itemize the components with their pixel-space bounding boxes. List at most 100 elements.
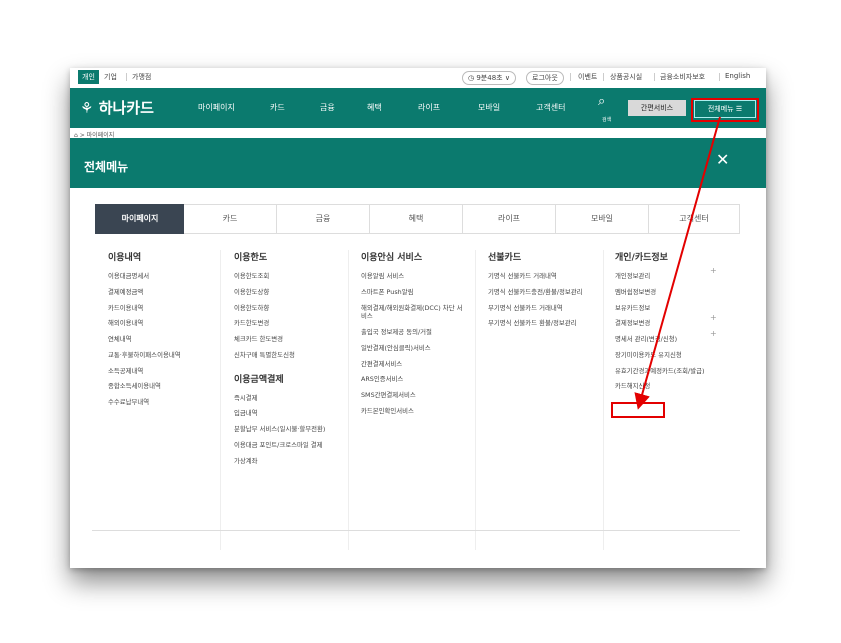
link-product-notice[interactable]: 상품공시실 (610, 72, 642, 82)
global-nav: ⚘ 하나카드 마이페이지 카드 금융 혜택 라이프 모바일 고객센터 ⌕ 검색 … (70, 88, 766, 128)
gnb-life[interactable]: 라이프 (418, 102, 440, 113)
tab-life[interactable]: 라이프 (463, 204, 556, 234)
gnb-mobile[interactable]: 모바일 (478, 102, 500, 113)
menu-link[interactable]: 연체내역 (108, 335, 220, 344)
tab-customer-center[interactable]: 고객센터 (649, 204, 740, 234)
tab-mypage[interactable]: 마이페이지 (95, 204, 185, 234)
column-prepaid-card: 선불카드 기명식 선불카드 거래내역 기명식 선불카드충전/환불/정보관리 무기… (488, 250, 592, 335)
browser-frame: 개인 기업 가맹점 ◷ 9분48초 ∨ 로그아웃 이벤트 상품공시실 금융소비자… (70, 68, 766, 568)
menu-link[interactable]: 체크카드 한도변경 (234, 335, 346, 344)
menu-link[interactable]: 해외이용내역 (108, 319, 220, 328)
tab-card[interactable]: 카드 (184, 204, 277, 234)
menu-link[interactable]: 수수료납부내역 (108, 398, 220, 407)
link-english[interactable]: English (725, 72, 750, 80)
gnb-card[interactable]: 카드 (270, 102, 285, 113)
menu-link[interactable]: 입금내역 (234, 409, 330, 418)
menu-link[interactable]: 교통·후불하이패스이용내역 (108, 351, 220, 360)
column-heading: 선불카드 (488, 253, 522, 263)
column-usage-limit: 이용한도 이용한도조회 이용한도상향 이용한도하향 카드한도변경 체크카드 한도… (234, 250, 346, 472)
utility-bar: 개인 기업 가맹점 ◷ 9분48초 ∨ 로그아웃 이벤트 상품공시실 금융소비자… (70, 68, 766, 89)
column-heading: 이용안심 서비스 (361, 253, 423, 263)
menu-link[interactable]: 장기미이용카드 유지신청 (615, 351, 727, 360)
menu-link[interactable]: 간편결제서비스 (361, 360, 473, 369)
menu-link-card-cancellation[interactable]: 카드해지신청 (615, 382, 727, 391)
link-consumer-protection[interactable]: 금융소비자보호 (660, 72, 705, 82)
menu-link[interactable]: 기명식 선불카드충전/환불/정보관리 (488, 288, 588, 297)
menu-link[interactable]: 해외결제/해외원화결제(DCC) 차단 서비스 (361, 304, 465, 321)
menu-link[interactable]: SMS간편결제서비스 (361, 391, 473, 400)
column-subheading: 이용금액결제 (234, 374, 284, 385)
divider (603, 73, 604, 81)
logo-text: 하나카드 (98, 99, 154, 117)
menu-link[interactable]: 스마트폰 Push알림 (361, 288, 473, 297)
menu-link[interactable]: 종합소득세이용내역 (108, 382, 220, 391)
logout-button[interactable]: 로그아웃 (526, 71, 564, 85)
tab-benefit[interactable]: 혜택 (370, 204, 463, 234)
highlight-box-card-cancellation (611, 402, 665, 418)
column-divider (220, 250, 221, 550)
menu-link[interactable]: 유효기간경과예정카드(조회/발급) (615, 367, 711, 376)
menu-link[interactable]: 이용대금 포인트/크로스마일 결제 (234, 441, 330, 450)
panel-title: 전체메뉴 (84, 160, 129, 174)
column-divider (348, 250, 349, 550)
divider (654, 73, 655, 81)
gnb-benefit[interactable]: 혜택 (367, 102, 382, 113)
simple-service-button[interactable]: 간편서비스 (628, 100, 686, 116)
menu-link[interactable]: 분할납부 서비스(일시불·할부전환) (234, 425, 330, 434)
all-menu-header: 전체메뉴 ✕ (70, 138, 766, 188)
divider (92, 530, 740, 531)
divider (570, 73, 571, 81)
tab-finance[interactable]: 금융 (277, 204, 370, 234)
column-divider (603, 250, 604, 550)
menu-link[interactable]: 일반결제(안심클릭)서비스 (361, 344, 473, 353)
segment-personal[interactable]: 개인 (78, 70, 99, 84)
menu-link[interactable]: 멤버쉽정보변경 (615, 288, 727, 297)
column-divider (475, 250, 476, 550)
menu-link[interactable]: 보유카드정보 (615, 304, 727, 313)
menu-link[interactable]: 출입국 정보제공 동의/거절 (361, 328, 473, 337)
menu-link[interactable]: 무기명식 선불카드 환불/정보관리 (488, 319, 588, 328)
menu-link[interactable]: ARS인증서비스 (361, 375, 473, 384)
logo-icon: ⚘ (80, 99, 94, 117)
menu-link[interactable]: 이용대금명세서 (108, 272, 220, 281)
menu-link[interactable]: 기명식 선불카드 거래내역 (488, 272, 592, 281)
menu-link[interactable]: 이용한도상향 (234, 288, 346, 297)
segment-business[interactable]: 기업 (104, 72, 117, 82)
menu-link[interactable]: 카드이용내역 (108, 304, 220, 313)
tab-mobile[interactable]: 모바일 (556, 204, 649, 234)
search-label: 검색 (602, 117, 612, 123)
timer-value: 9분48초 (476, 74, 503, 82)
menu-link[interactable]: 카드본인확인서비스 (361, 407, 473, 416)
divider (719, 73, 720, 81)
brand-logo[interactable]: ⚘ 하나카드 (80, 97, 154, 118)
highlight-box-all-menu (691, 98, 759, 122)
menu-link[interactable]: 무기명식 선불카드 거래내역 (488, 304, 592, 313)
gnb-customer-center[interactable]: 고객센터 (536, 102, 565, 113)
column-heading: 이용한도 (234, 253, 268, 263)
expand-icon[interactable]: + (710, 266, 717, 275)
segment-merchant[interactable]: 가맹점 (132, 72, 151, 82)
gnb-mypage[interactable]: 마이페이지 (198, 102, 235, 113)
divider (126, 73, 127, 81)
column-heading: 개인/카드정보 (615, 253, 668, 263)
menu-link[interactable]: 결제예정금액 (108, 288, 220, 297)
menu-link[interactable]: 이용한도하향 (234, 304, 346, 313)
menu-link[interactable]: 가상계좌 (234, 457, 330, 466)
all-menu-body: 마이페이지 카드 금융 혜택 라이프 모바일 고객센터 이용내역 이용대금명세서… (70, 188, 766, 568)
menu-link[interactable]: 소득공제내역 (108, 367, 220, 376)
session-timer[interactable]: ◷ 9분48초 ∨ (462, 71, 516, 85)
expand-icon[interactable]: + (710, 313, 717, 322)
expand-icon[interactable]: + (710, 329, 717, 338)
close-icon[interactable]: ✕ (716, 150, 729, 169)
gnb-finance[interactable]: 금융 (320, 102, 335, 113)
menu-link[interactable]: 이용한도조회 (234, 272, 346, 281)
menu-link[interactable]: 즉시결제 (234, 394, 330, 403)
column-usage-history: 이용내역 이용대금명세서 결제예정금액 카드이용내역 해외이용내역 연체내역 교… (108, 250, 220, 414)
column-heading: 이용내역 (108, 253, 142, 263)
menu-link[interactable]: 이용알림 서비스 (361, 272, 473, 281)
menu-link[interactable]: 카드한도변경 (234, 319, 346, 328)
search-icon[interactable]: ⌕ (598, 94, 605, 109)
menu-link[interactable]: 신차구매 특별한도신청 (234, 351, 346, 360)
column-safety-service: 이용안심 서비스 이용알림 서비스 스마트폰 Push알림 해외결제/해외원화결… (361, 250, 473, 423)
link-event[interactable]: 이벤트 (578, 72, 597, 82)
